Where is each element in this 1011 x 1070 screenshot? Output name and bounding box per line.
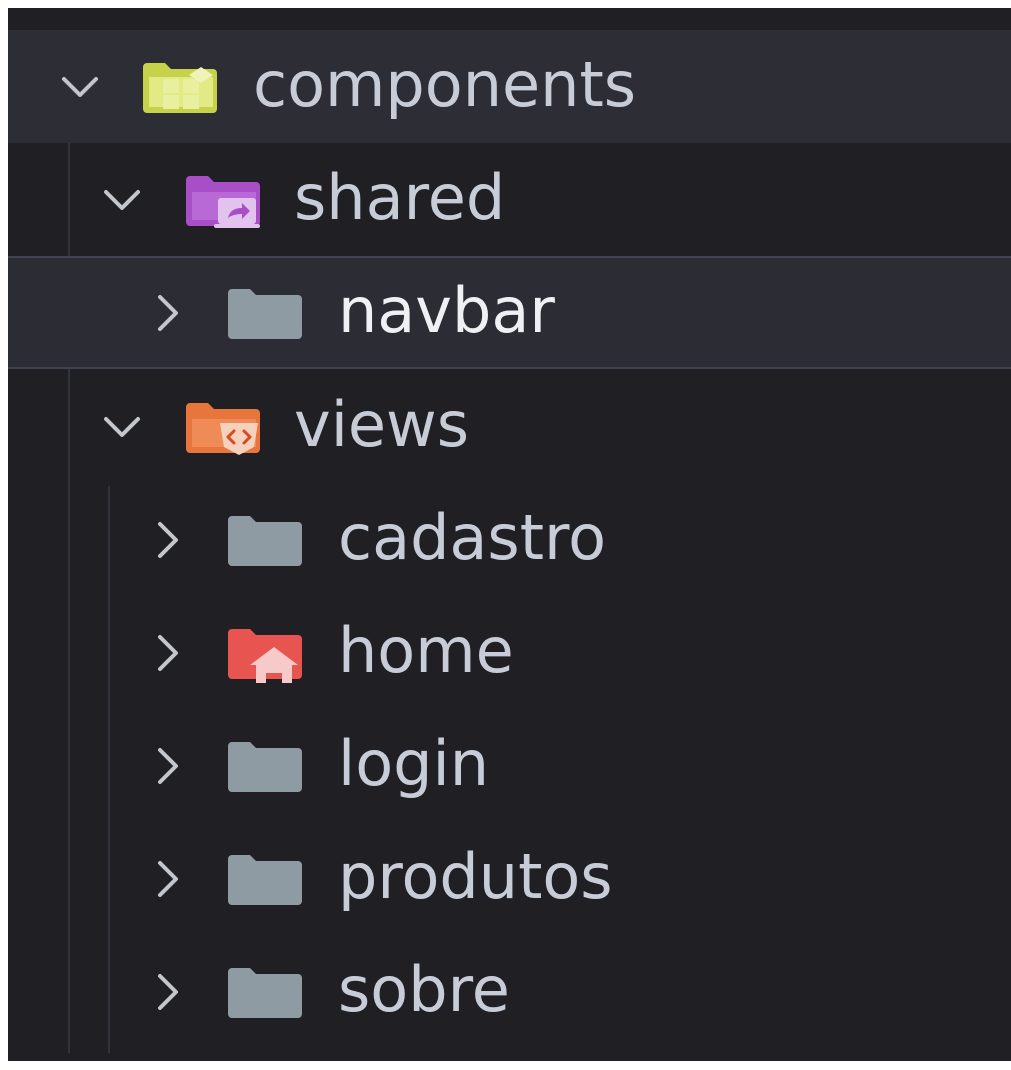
views-folder-icon — [186, 402, 260, 455]
tree-item-navbar[interactable]: navbar — [8, 256, 1011, 369]
home-folder-icon — [228, 628, 302, 683]
tree-item-views[interactable]: views — [8, 370, 1011, 483]
chevron-right-icon[interactable] — [146, 631, 190, 675]
tree-item-label: sobre — [338, 952, 510, 1026]
tree-item-label: home — [338, 613, 514, 687]
tree-item-label: produtos — [338, 839, 613, 913]
tree-item-label: login — [338, 726, 490, 800]
folder-icon — [228, 854, 302, 905]
tree-item-sobre[interactable]: sobre — [8, 935, 1011, 1048]
tree-item-components[interactable]: components — [8, 30, 1011, 143]
components-folder-icon — [143, 62, 217, 113]
tree-item-label: components — [253, 47, 637, 121]
file-explorer-tree: components shared navbar views cadastro … — [8, 8, 1011, 1061]
tree-item-label: shared — [294, 160, 506, 234]
chevron-down-icon[interactable] — [100, 405, 144, 449]
clipped-tree-row[interactable] — [8, 8, 1011, 28]
tree-item-shared[interactable]: shared — [8, 143, 1011, 256]
tree-item-cadastro[interactable]: cadastro — [8, 483, 1011, 596]
folder-icon — [228, 741, 302, 792]
tree-item-home[interactable]: home — [8, 596, 1011, 709]
tree-item-produtos[interactable]: produtos — [8, 822, 1011, 935]
chevron-right-icon[interactable] — [146, 857, 190, 901]
folder-icon — [228, 967, 302, 1018]
chevron-right-icon[interactable] — [146, 518, 190, 562]
chevron-right-icon[interactable] — [146, 291, 190, 335]
tree-item-login[interactable]: login — [8, 709, 1011, 822]
shared-folder-icon — [186, 175, 260, 228]
tree-item-label: navbar — [338, 273, 555, 347]
folder-icon — [228, 515, 302, 566]
tree-item-label: views — [294, 387, 470, 461]
tree-item-label: cadastro — [338, 500, 607, 574]
chevron-down-icon[interactable] — [58, 65, 102, 109]
chevron-right-icon[interactable] — [146, 970, 190, 1014]
chevron-down-icon[interactable] — [100, 178, 144, 222]
folder-icon — [228, 288, 302, 339]
chevron-right-icon[interactable] — [146, 744, 190, 788]
